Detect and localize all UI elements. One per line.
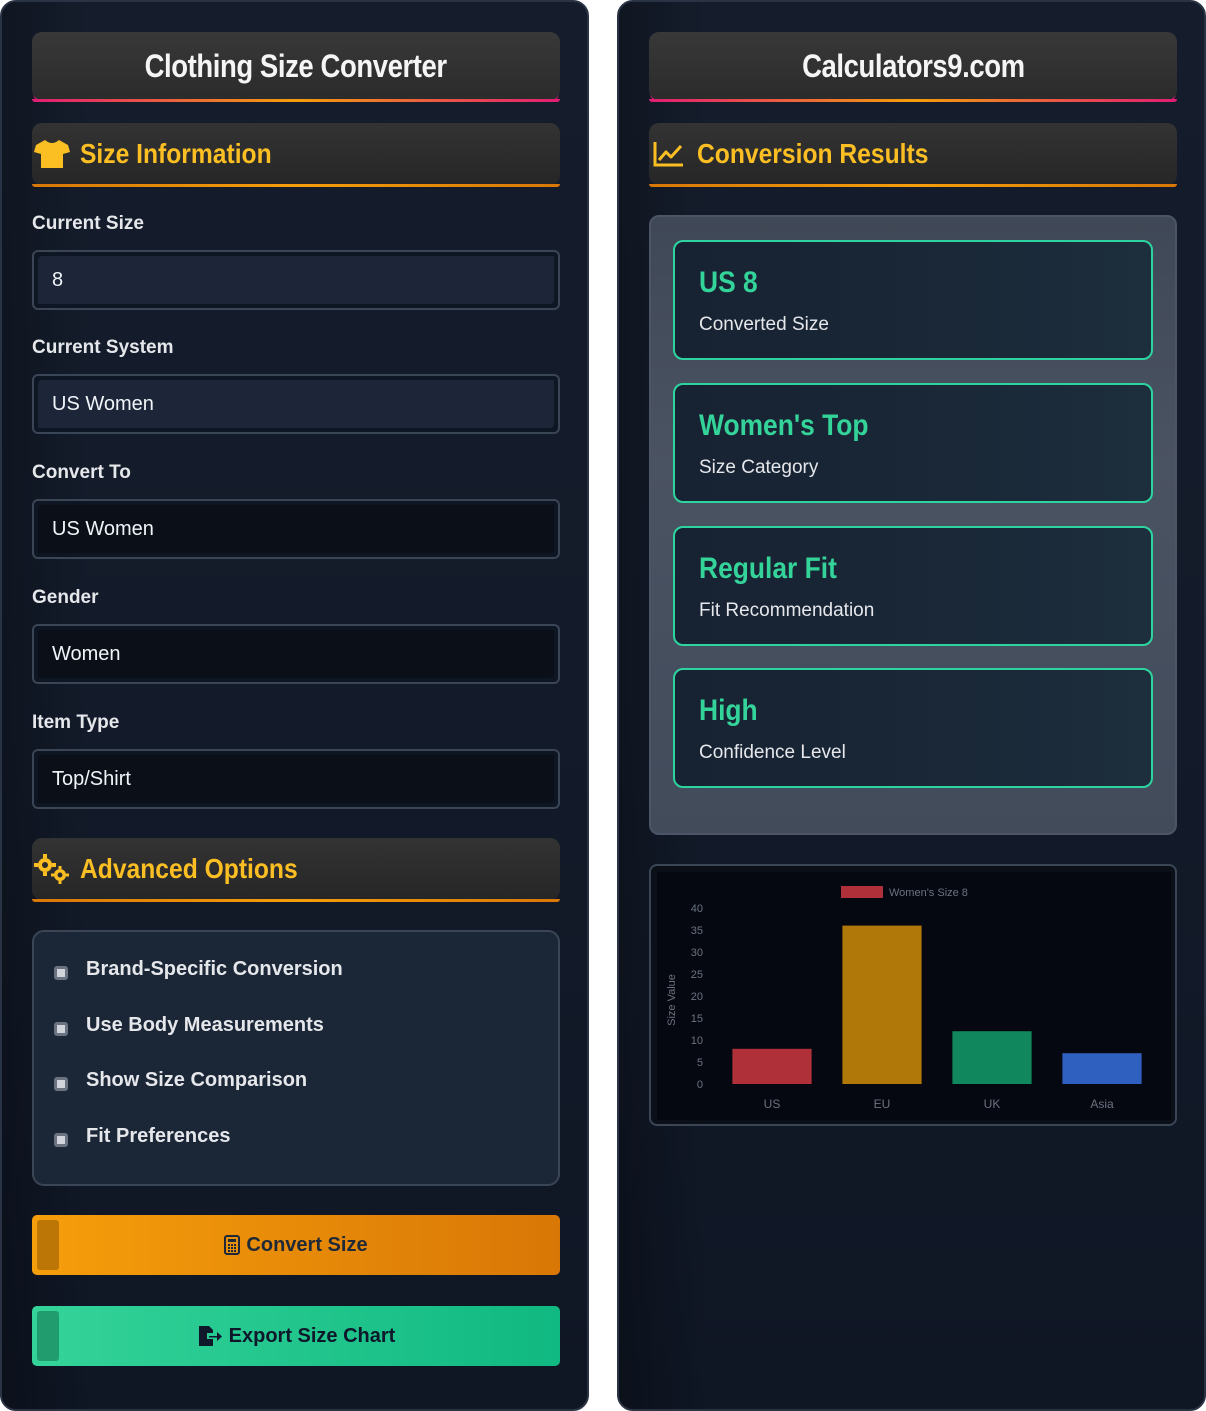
current-system-label: Current System [32, 337, 174, 358]
result-card-size-category: Women's Top Size Category [673, 383, 1153, 503]
button-accent [37, 1220, 59, 1270]
convert-size-button[interactable]: Convert Size [32, 1215, 560, 1275]
convert-to-select[interactable]: US Women [32, 499, 560, 559]
y-tick-label: 0 [697, 1079, 703, 1091]
results-panel: Calculators9.com Conversion Results US 8… [617, 0, 1206, 1411]
gears-icon [32, 851, 72, 887]
y-tick-label: 5 [697, 1057, 703, 1069]
advanced-options-header: Advanced Options [32, 838, 560, 902]
results-container: US 8 Converted Size Women's Top Size Cat… [649, 215, 1177, 835]
current-size-input[interactable]: 8 [32, 250, 560, 310]
current-system-select[interactable]: US Women [32, 374, 560, 434]
site-title-bar: Calculators9.com [649, 32, 1177, 102]
result-card-converted-size: US 8 Converted Size [673, 240, 1153, 360]
converted-size-label: Converted Size [699, 314, 829, 335]
converted-size-value: US 8 [699, 266, 758, 299]
x-tick-label: EU [874, 1097, 891, 1111]
site-title: Calculators9.com [801, 47, 1025, 84]
size-info-heading: Size Information [80, 138, 272, 169]
option-label: Fit Preferences [86, 1125, 231, 1147]
bar-uk [952, 1031, 1032, 1084]
export-size-chart-button[interactable]: Export Size Chart [32, 1306, 560, 1366]
size-comparison-checkbox[interactable] [54, 1076, 68, 1091]
bar-us [732, 1048, 812, 1084]
bar-chart: Women's Size 8 Size Value 0 5 10 15 20 25 30 35… [666, 886, 1142, 1111]
option-fit-preferences[interactable]: Fit Preferences [54, 1125, 231, 1148]
option-label: Use Body Measurements [86, 1014, 324, 1036]
size-category-value: Women's Top [699, 409, 869, 442]
option-body-measurements[interactable]: Use Body Measurements [54, 1014, 324, 1037]
fit-preferences-checkbox[interactable] [54, 1132, 68, 1147]
button-accent [37, 1311, 59, 1361]
chart-canvas: Women's Size 8 Size Value 0 5 10 15 20 25 30 35… [657, 872, 1171, 1120]
y-axis-label: Size Value [666, 974, 678, 1026]
gender-select[interactable]: Women [32, 624, 560, 684]
conversion-results-heading: Conversion Results [697, 138, 929, 169]
option-label: Show Size Comparison [86, 1069, 308, 1091]
x-tick-label: Asia [1090, 1097, 1114, 1111]
bar-eu [842, 925, 922, 1084]
y-tick-label: 30 [691, 947, 703, 959]
y-tick-label: 20 [691, 991, 703, 1003]
conversion-results-header: Conversion Results [649, 123, 1177, 187]
y-tick-label: 40 [691, 903, 703, 915]
x-tick-label: UK [984, 1097, 1001, 1111]
advanced-options-list: Brand-Specific Conversion Use Body Measu… [32, 930, 560, 1186]
gender-label: Gender [32, 587, 99, 608]
size-info-header: Size Information [32, 123, 560, 187]
file-export-icon [197, 1325, 223, 1347]
export-size-chart-label: Export Size Chart [228, 1324, 396, 1347]
tshirt-icon [32, 136, 72, 172]
brand-specific-checkbox[interactable] [54, 965, 68, 980]
y-tick-label: 15 [691, 1013, 703, 1025]
legend-label: Women's Size 8 [889, 887, 968, 899]
confidence-value: High [699, 694, 758, 727]
calculator-icon [224, 1235, 241, 1255]
option-size-comparison[interactable]: Show Size Comparison [54, 1069, 307, 1092]
x-tick-label: US [764, 1097, 781, 1111]
y-tick-label: 10 [691, 1035, 703, 1047]
converter-panel: Clothing Size Converter Size Information… [0, 0, 589, 1411]
bar-asia [1062, 1053, 1142, 1084]
result-card-fit-recommendation: Regular Fit Fit Recommendation [673, 526, 1153, 646]
option-brand-specific[interactable]: Brand-Specific Conversion [54, 958, 343, 981]
y-tick-label: 25 [691, 969, 703, 981]
legend-swatch [841, 886, 883, 898]
convert-to-label: Convert To [32, 462, 131, 483]
result-card-confidence: High Confidence Level [673, 668, 1153, 788]
size-category-label: Size Category [699, 457, 819, 478]
advanced-options-heading: Advanced Options [80, 853, 298, 884]
line-chart-icon [649, 136, 689, 172]
item-type-label: Item Type [32, 712, 120, 733]
converter-title-bar: Clothing Size Converter [32, 32, 560, 102]
page-title: Clothing Size Converter [144, 47, 448, 84]
current-size-label: Current Size [32, 213, 144, 234]
body-measurements-checkbox[interactable] [54, 1021, 68, 1036]
confidence-label: Confidence Level [699, 742, 846, 763]
convert-size-label: Convert Size [246, 1233, 368, 1256]
size-comparison-chart: Women's Size 8 Size Value 0 5 10 15 20 25 30 35… [649, 864, 1177, 1126]
option-label: Brand-Specific Conversion [86, 958, 343, 980]
item-type-select[interactable]: Top/Shirt [32, 749, 560, 809]
fit-recommendation-label: Fit Recommendation [699, 600, 875, 621]
y-tick-label: 35 [691, 925, 703, 937]
fit-recommendation-value: Regular Fit [699, 552, 837, 585]
